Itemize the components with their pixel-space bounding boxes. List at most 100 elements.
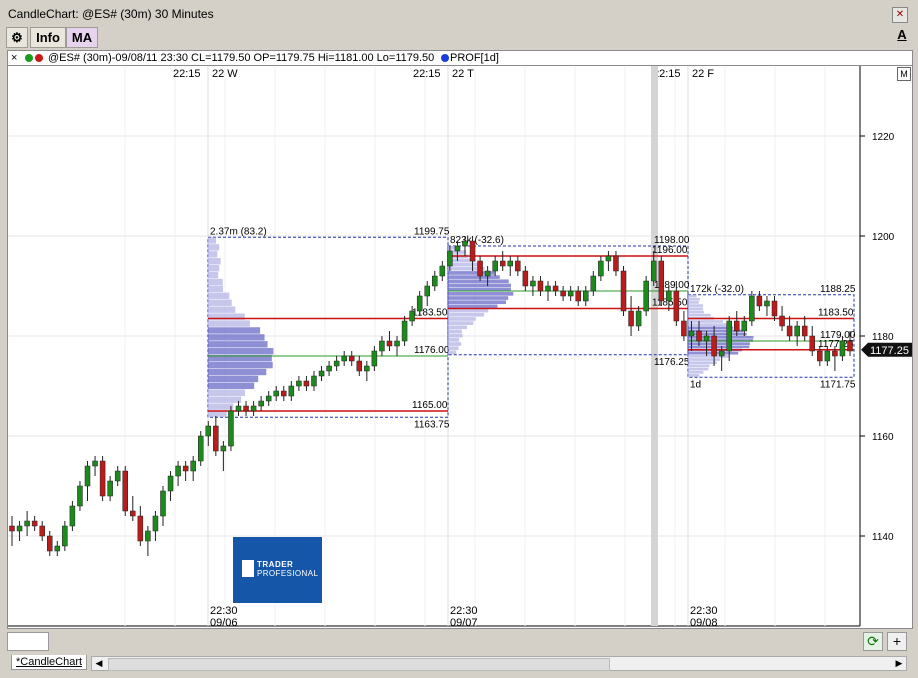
candle-body <box>522 270 529 287</box>
candle-body <box>507 260 514 267</box>
close-info-icon[interactable]: × <box>11 51 17 65</box>
candle-body <box>341 355 347 362</box>
candle-body <box>779 315 785 327</box>
tab-candlechart[interactable]: *CandleChart <box>11 655 88 670</box>
candle-body <box>801 325 808 337</box>
session-bottom-date: 09/06 <box>210 617 238 628</box>
volume-profile-bar <box>208 334 265 341</box>
candle-body <box>824 350 831 362</box>
session-start-time: 22:15 <box>173 68 201 80</box>
candle-body <box>718 350 725 357</box>
volume-profile-bar <box>688 361 717 365</box>
candle-body <box>114 470 121 482</box>
zoom-box[interactable] <box>7 632 49 651</box>
settings-gear-icon[interactable]: ⚙ <box>6 27 28 48</box>
volume-profile-bar <box>208 348 274 355</box>
candle-body <box>190 460 196 472</box>
candle-body <box>24 520 30 527</box>
chart-toolbar: ⚙ Info MA A <box>6 27 912 48</box>
candle-body <box>416 295 423 312</box>
maximize-icon[interactable]: M <box>897 67 911 81</box>
bottom-controls: ⟳ + <box>7 629 911 655</box>
volume-profile-bar <box>448 338 460 342</box>
candle-body <box>462 240 468 247</box>
candle-body <box>575 290 581 302</box>
scroll-left-icon[interactable]: ◀ <box>92 657 106 670</box>
candle-body <box>666 290 672 302</box>
tab-bar: *CandleChart ◀ ▶ <box>7 655 911 671</box>
candle-body <box>499 260 506 267</box>
candle-body <box>439 265 446 277</box>
scroll-thumb[interactable] <box>108 658 610 671</box>
candle-chart-area[interactable]: 1220120011801160114009/0618:3022:3003:30… <box>7 65 913 629</box>
volume-profile-bar <box>448 279 509 284</box>
window-titlebar: CandleChart: @ES# (30m) 30 Minutes ✕ <box>0 0 918 26</box>
volume-profile-bar <box>688 367 709 371</box>
profile-volume-label: 172k (-32.0) <box>690 284 744 295</box>
volume-profile-bar <box>208 258 221 265</box>
volume-profile-bar <box>208 299 232 306</box>
scroll-right-icon[interactable]: ▶ <box>892 657 906 670</box>
candle-body <box>84 465 91 487</box>
candle-body <box>175 465 181 477</box>
candle-body <box>235 405 242 412</box>
volume-profile-bar <box>688 294 697 298</box>
candle-body <box>145 530 151 542</box>
candle-body <box>92 460 98 467</box>
symbol-info-bar: × @ES# (30m)-09/08/11 23:30 CL=1179.50 O… <box>7 50 913 66</box>
volume-profile-bar <box>448 304 498 309</box>
candle-body <box>303 380 310 387</box>
volume-profile-bar <box>208 264 220 272</box>
candle-body <box>817 350 823 362</box>
volume-profile-bar <box>448 262 480 267</box>
volume-profile-bar <box>208 403 234 410</box>
volume-profile-bar <box>688 358 720 361</box>
candle-body <box>734 320 740 332</box>
volume-profile-bar <box>208 375 259 383</box>
session-day-label: 22 T <box>452 68 474 80</box>
volume-profile-bar <box>448 296 509 300</box>
candle-body <box>39 525 45 537</box>
candle-body <box>152 515 159 532</box>
candle-body <box>650 260 657 282</box>
candle-body <box>590 275 597 292</box>
profile-low-label: 1176.25 <box>654 357 690 368</box>
volume-profile-bar <box>208 320 250 327</box>
candle-body <box>741 320 748 332</box>
candle-body <box>371 350 378 367</box>
volume-profile-bar <box>208 306 236 313</box>
candle-body <box>567 290 574 297</box>
text-tool-button[interactable]: A <box>895 27 909 43</box>
candle-body <box>477 260 483 277</box>
candle-body <box>703 335 710 342</box>
candle-body <box>69 505 76 527</box>
candle-body <box>454 245 461 252</box>
candle-body <box>492 260 498 272</box>
info-button[interactable]: Info <box>30 27 66 48</box>
close-icon[interactable]: ✕ <box>892 7 908 23</box>
volume-profile-bar <box>448 308 489 313</box>
add-chart-icon[interactable]: + <box>887 632 907 651</box>
candle-body <box>628 310 634 327</box>
candle-body <box>318 370 325 377</box>
candle-body <box>756 295 763 307</box>
candle-body <box>326 365 332 372</box>
volume-profile-bar <box>208 327 261 334</box>
candle-body <box>484 270 491 277</box>
horizontal-scrollbar[interactable]: ◀ ▶ <box>91 656 907 671</box>
profile-low-label: 1171.75 <box>820 379 856 390</box>
candle-body <box>545 285 551 292</box>
profile-high-label: 1199.75 <box>414 226 450 237</box>
candle-body <box>288 385 295 397</box>
candle-body <box>681 320 687 337</box>
session-bottom-time: 22:30 <box>450 605 478 617</box>
candle-body <box>46 535 53 552</box>
refresh-icon[interactable]: ⟳ <box>863 632 883 651</box>
volume-profile-bar <box>208 285 224 293</box>
volume-profile-bar <box>448 346 459 351</box>
candle-body <box>160 490 166 517</box>
ma-button[interactable]: MA <box>66 27 98 48</box>
candle-body <box>379 340 385 352</box>
candle-body <box>16 525 23 532</box>
candlestick-chart[interactable]: 1220120011801160114009/0618:3022:3003:30… <box>8 66 912 628</box>
